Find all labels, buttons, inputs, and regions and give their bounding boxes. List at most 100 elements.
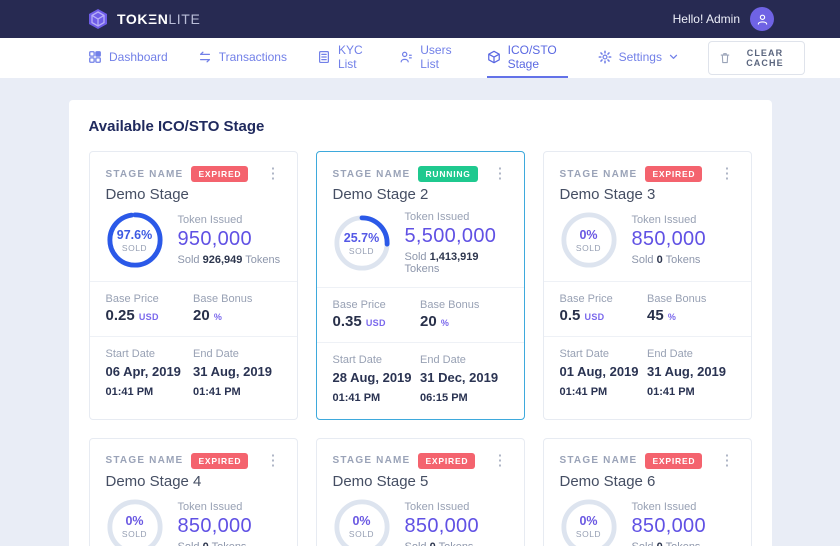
stage-name-label: STAGE NAME <box>333 455 411 466</box>
sold-progress-ring: 25.7%SOLD <box>333 214 391 272</box>
token-issued-value: 950,000 <box>178 228 281 251</box>
status-badge: RUNNING <box>418 166 477 182</box>
start-date-value: 01 Aug, 2019 01:41 PM <box>560 363 648 401</box>
kebab-menu-icon[interactable]: ⋮ <box>720 167 735 181</box>
sold-progress-ring: 0%SOLD <box>106 498 164 546</box>
status-badge: EXPIRED <box>191 453 248 469</box>
sold-percent: 0% <box>579 228 597 242</box>
sold-tokens-line: Sold 1,413,919 Tokens <box>405 251 508 275</box>
nav-label: KYC List <box>338 43 369 71</box>
stage-card: STAGE NAME EXPIRED ⋮ Demo Stage 4 0%SOLD… <box>89 438 298 546</box>
stage-card: STAGE NAME EXPIRED ⋮ Demo Stage 3 0%SOLD… <box>543 151 752 420</box>
end-date-label: End Date <box>647 348 735 360</box>
nav-item-users-list[interactable]: Users List <box>399 38 456 78</box>
nav-item-kyc-list[interactable]: KYC List <box>317 38 369 78</box>
sold-progress-ring: 0%SOLD <box>560 211 618 269</box>
sold-word: SOLD <box>122 243 147 253</box>
trash-icon <box>720 52 730 64</box>
clear-cache-button[interactable]: CLEAR CACHE <box>708 41 805 75</box>
page-title: Available ICO/STO Stage <box>89 118 752 135</box>
stage-name-label: STAGE NAME <box>106 169 184 180</box>
sold-word: SOLD <box>349 529 374 539</box>
stage-title: Demo Stage <box>106 186 281 203</box>
nav-label: Users List <box>420 43 456 71</box>
main-navigation: Dashboard Transactions KYC List Users Li… <box>0 38 840 78</box>
end-date-value: 31 Aug, 2019 01:41 PM <box>193 363 281 401</box>
start-date-value: 28 Aug, 2019 01:41 PM <box>333 369 421 407</box>
status-badge: EXPIRED <box>645 166 702 182</box>
stage-name-label: STAGE NAME <box>560 169 638 180</box>
sold-percent: 0% <box>125 514 143 528</box>
person-icon <box>756 13 769 26</box>
base-bonus-value: 20 % <box>420 313 508 330</box>
sold-tokens-line: Sold 0 Tokens <box>405 541 479 546</box>
status-badge: EXPIRED <box>418 453 475 469</box>
sold-percent: 0% <box>579 514 597 528</box>
base-price-value: 0.35 USD <box>333 313 421 330</box>
dashboard-grid-icon <box>88 50 102 64</box>
nav-item-dashboard[interactable]: Dashboard <box>88 38 168 78</box>
logo-text: TOKΞNLITE <box>117 11 200 27</box>
token-issued-value: 850,000 <box>178 515 252 538</box>
kebab-menu-icon[interactable]: ⋮ <box>493 167 508 181</box>
start-date-value: 06 Apr, 2019 01:41 PM <box>106 363 194 401</box>
cube-icon <box>487 50 501 64</box>
document-list-icon <box>317 50 331 64</box>
base-price-label: Base Price <box>106 293 194 305</box>
start-date-label: Start Date <box>333 354 421 366</box>
status-badge: EXPIRED <box>191 166 248 182</box>
base-price-value: 0.5 USD <box>560 307 648 324</box>
stage-card: STAGE NAME EXPIRED ⋮ Demo Stage 97.6%SOL… <box>89 151 298 420</box>
sold-tokens-line: Sold 926,949 Tokens <box>178 254 281 266</box>
nav-label: ICO/STO Stage <box>508 43 568 71</box>
kebab-menu-icon[interactable]: ⋮ <box>720 454 735 468</box>
kebab-menu-icon[interactable]: ⋮ <box>266 454 281 468</box>
stage-name-label: STAGE NAME <box>106 455 184 466</box>
token-issued-value: 850,000 <box>405 515 479 538</box>
token-issued-value: 5,500,000 <box>405 225 508 248</box>
clear-cache-label: CLEAR CACHE <box>737 48 793 68</box>
end-date-value: 31 Aug, 2019 01:41 PM <box>647 363 735 401</box>
chevron-down-icon <box>669 54 678 60</box>
content-panel: Available ICO/STO Stage STAGE NAME EXPIR… <box>69 100 772 546</box>
sold-word: SOLD <box>576 529 601 539</box>
start-date-label: Start Date <box>106 348 194 360</box>
tokenlite-logo[interactable]: TOKΞNLITE <box>87 8 200 30</box>
nav-item-settings[interactable]: Settings <box>598 38 678 78</box>
token-issued-label: Token Issued <box>178 214 281 226</box>
token-issued-label: Token Issued <box>405 211 508 223</box>
status-badge: EXPIRED <box>645 453 702 469</box>
base-price-label: Base Price <box>560 293 648 305</box>
greeting-text: Hello! Admin <box>673 12 740 26</box>
top-header-bar: TOKΞNLITE Hello! Admin <box>0 0 840 38</box>
stage-card: STAGE NAME EXPIRED ⋮ Demo Stage 5 0%SOLD… <box>316 438 525 546</box>
nav-label: Dashboard <box>109 50 168 64</box>
base-bonus-label: Base Bonus <box>647 293 735 305</box>
sold-progress-ring: 0%SOLD <box>560 498 618 546</box>
token-issued-label: Token Issued <box>178 501 252 513</box>
base-bonus-label: Base Bonus <box>420 299 508 311</box>
user-avatar[interactable] <box>750 7 774 31</box>
stage-title: Demo Stage 2 <box>333 186 508 203</box>
sold-tokens-line: Sold 0 Tokens <box>632 254 706 266</box>
stage-title: Demo Stage 3 <box>560 186 735 203</box>
nav-item-transactions[interactable]: Transactions <box>198 38 287 78</box>
stage-card: STAGE NAME EXPIRED ⋮ Demo Stage 6 0%SOLD… <box>543 438 752 546</box>
stage-card-grid: STAGE NAME EXPIRED ⋮ Demo Stage 97.6%SOL… <box>89 151 752 546</box>
sold-percent: 25.7% <box>344 231 379 245</box>
token-issued-label: Token Issued <box>405 501 479 513</box>
kebab-menu-icon[interactable]: ⋮ <box>266 167 281 181</box>
token-issued-label: Token Issued <box>632 501 706 513</box>
sold-progress-ring: 97.6%SOLD <box>106 211 164 269</box>
token-issued-value: 850,000 <box>632 515 706 538</box>
user-icon <box>399 50 413 64</box>
swap-arrows-icon <box>198 50 212 64</box>
nav-label: Settings <box>619 50 662 64</box>
nav-item-ico-sto-stage[interactable]: ICO/STO Stage <box>487 38 568 78</box>
stage-title: Demo Stage 4 <box>106 473 281 490</box>
gear-icon <box>598 50 612 64</box>
sold-word: SOLD <box>122 529 147 539</box>
sold-percent: 0% <box>352 514 370 528</box>
token-issued-value: 850,000 <box>632 228 706 251</box>
kebab-menu-icon[interactable]: ⋮ <box>493 454 508 468</box>
